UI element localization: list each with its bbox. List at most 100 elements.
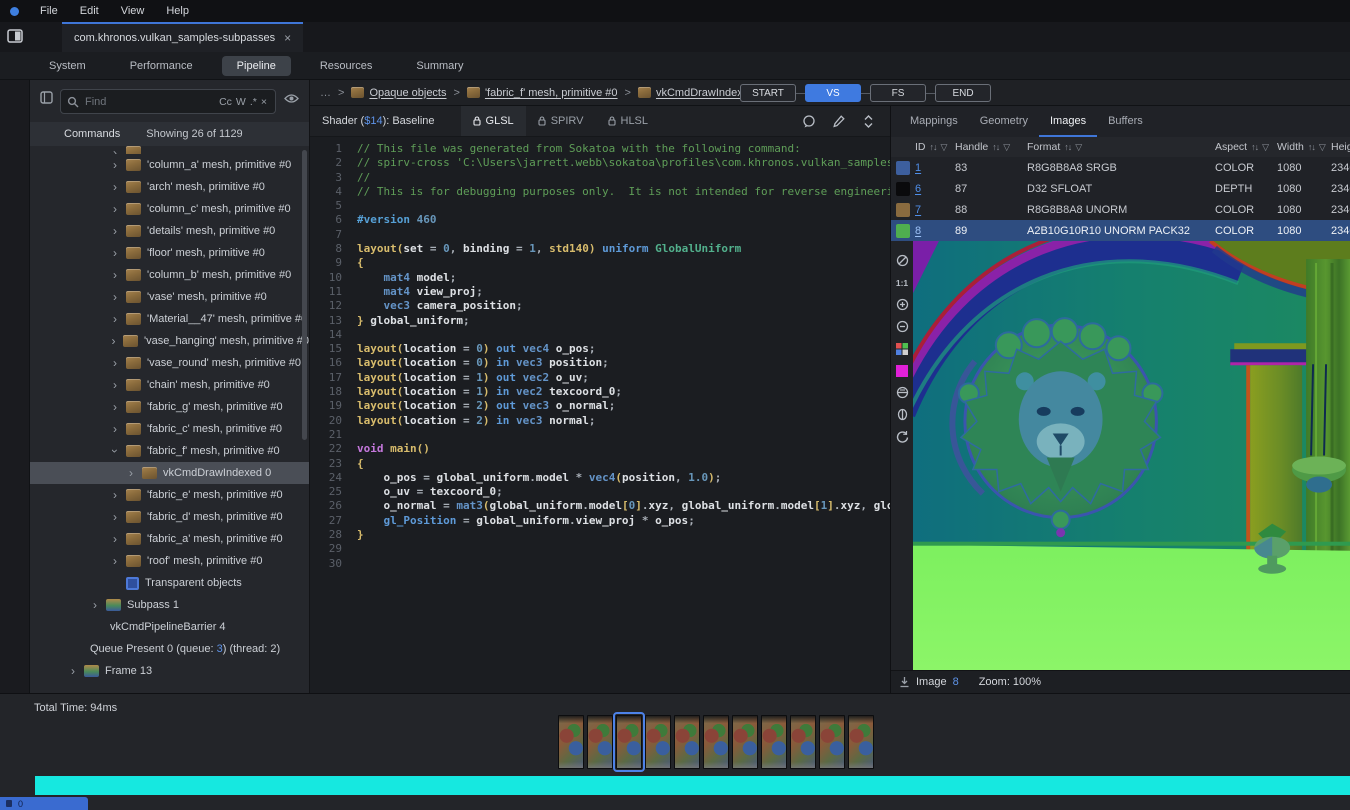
chevron-right-icon[interactable]: › bbox=[110, 290, 120, 304]
edit-pencil-icon[interactable] bbox=[831, 114, 846, 129]
shader-id-link[interactable]: $14 bbox=[364, 115, 382, 127]
column-header-id[interactable]: ID↑↓▽ bbox=[915, 141, 955, 153]
chevron-right-icon[interactable]: › bbox=[110, 378, 120, 392]
table-row[interactable]: 183R8G8B8A8 SRGBCOLOR10802340 bbox=[891, 157, 1350, 178]
comment-icon[interactable] bbox=[801, 114, 816, 129]
column-header-handle[interactable]: Handle↑↓▽ bbox=[955, 141, 1027, 153]
shader-tab-spirv[interactable]: SPIRV bbox=[526, 106, 596, 136]
tree-item-selected[interactable]: ›vkCmdDrawIndexed 0 bbox=[30, 462, 309, 484]
image-id-link[interactable]: 8 bbox=[915, 225, 921, 237]
sort-icon[interactable]: ↑↓ bbox=[1064, 142, 1071, 152]
tab-system[interactable]: System bbox=[34, 56, 101, 76]
close-icon[interactable]: × bbox=[284, 31, 291, 45]
tree-item[interactable]: ›'details' mesh, primitive #0 bbox=[30, 220, 309, 242]
column-header-format[interactable]: Format↑↓▽ bbox=[1027, 141, 1215, 153]
tree-item[interactable]: ›'vase_round' mesh, primitive #0 bbox=[30, 352, 309, 374]
tree-item[interactable]: ›'fabric_c' mesh, primitive #0 bbox=[30, 418, 309, 440]
tree-item[interactable]: ›'vase_hanging' mesh, primitive #0 bbox=[30, 330, 309, 352]
frame-thumbnail-selected[interactable] bbox=[616, 715, 642, 769]
tree-item[interactable]: Transparent objects bbox=[30, 572, 309, 594]
breadcrumb-collapsed[interactable]: … bbox=[320, 87, 331, 99]
tab-summary[interactable]: Summary bbox=[401, 56, 478, 76]
menu-edit[interactable]: Edit bbox=[71, 3, 108, 19]
channels-icon[interactable] bbox=[895, 341, 910, 356]
cell-id[interactable]: 1 bbox=[915, 162, 955, 174]
image-id-link[interactable]: 6 bbox=[915, 183, 921, 195]
cell-id[interactable]: 7 bbox=[915, 204, 955, 216]
chevron-right-icon[interactable]: › bbox=[110, 246, 120, 260]
image-number[interactable]: 8 bbox=[953, 676, 959, 688]
sort-icon[interactable]: ↑↓ bbox=[1251, 142, 1258, 152]
stage-start-button[interactable]: START bbox=[740, 84, 796, 102]
tree-item[interactable]: ›'column_b' mesh, primitive #0 bbox=[30, 264, 309, 286]
frame-thumbnail[interactable] bbox=[558, 715, 584, 769]
search-option-0[interactable]: Cc bbox=[217, 95, 234, 109]
tree-item[interactable]: vkCmdPipelineBarrier 4 bbox=[30, 616, 309, 638]
breadcrumb-item[interactable]: Opaque objects bbox=[351, 87, 446, 99]
chevron-right-icon[interactable]: › bbox=[126, 466, 136, 480]
chevron-right-icon[interactable]: › bbox=[110, 312, 120, 326]
menu-file[interactable]: File bbox=[31, 3, 67, 19]
document-tab[interactable]: com.khronos.vulkan_samples-subpasses × bbox=[62, 22, 303, 52]
chevron-right-icon[interactable]: › bbox=[110, 268, 120, 282]
tree-item[interactable]: ›'roof' mesh, primitive #0 bbox=[30, 550, 309, 572]
filter-icon[interactable]: ▽ bbox=[1319, 142, 1326, 153]
filter-icon[interactable]: ▽ bbox=[1262, 142, 1269, 153]
tab-pipeline[interactable]: Pipeline bbox=[222, 56, 291, 76]
chevron-right-icon[interactable]: › bbox=[110, 400, 120, 414]
tree-item[interactable]: ›'floor' mesh, primitive #0 bbox=[30, 242, 309, 264]
frame-thumbnail[interactable] bbox=[703, 715, 729, 769]
rotate-icon[interactable] bbox=[895, 429, 910, 444]
tree-item[interactable]: ›'column_c' mesh, primitive #0 bbox=[30, 198, 309, 220]
resource-tab-geometry[interactable]: Geometry bbox=[969, 106, 1039, 137]
chevron-right-icon[interactable]: › bbox=[110, 224, 120, 238]
glsl-source-editor[interactable]: 1// This file was generated from Sokatoa… bbox=[310, 137, 890, 693]
chevron-down-icon[interactable]: › bbox=[108, 446, 122, 456]
actual-size-icon[interactable]: 1:1 bbox=[895, 275, 910, 290]
frame-thumbnail[interactable] bbox=[848, 715, 874, 769]
tree-item[interactable]: ›Frame 13 bbox=[30, 660, 309, 682]
column-header-width[interactable]: Width↑↓▽ bbox=[1277, 141, 1331, 153]
chevron-right-icon[interactable]: › bbox=[110, 554, 120, 568]
image-id-link[interactable]: 7 bbox=[915, 204, 921, 216]
cell-id[interactable]: 6 bbox=[915, 183, 955, 195]
stage-vs-button[interactable]: VS bbox=[805, 84, 861, 102]
filter-icon[interactable]: ▽ bbox=[1075, 142, 1082, 153]
stage-end-button[interactable]: END bbox=[935, 84, 991, 102]
column-header-height[interactable]: Height↑↓▽ bbox=[1331, 141, 1350, 153]
frame-thumbnail[interactable] bbox=[587, 715, 613, 769]
search-option-2[interactable]: .* bbox=[248, 95, 259, 109]
tree-item[interactable]: ›'chain' mesh, primitive #0 bbox=[30, 374, 309, 396]
sort-icon[interactable]: ↑↓ bbox=[930, 142, 937, 152]
eye-icon[interactable] bbox=[284, 93, 299, 104]
tree-item[interactable]: ›'arch' mesh, primitive #0 bbox=[30, 176, 309, 198]
zoom-in-icon[interactable] bbox=[895, 297, 910, 312]
tree-item[interactable]: ›'Material__47' mesh, primitive #0 bbox=[30, 308, 309, 330]
search-input[interactable] bbox=[85, 96, 211, 108]
tree-item[interactable]: › bbox=[30, 146, 309, 154]
tree-item[interactable]: ›'column_a' mesh, primitive #0 bbox=[30, 154, 309, 176]
frame-thumbnail[interactable] bbox=[819, 715, 845, 769]
sidebar-scrollbar[interactable] bbox=[302, 150, 307, 440]
tab-performance[interactable]: Performance bbox=[115, 56, 208, 76]
menu-help[interactable]: Help bbox=[157, 3, 198, 19]
tree-item[interactable]: ›Subpass 1 bbox=[30, 594, 309, 616]
chevron-right-icon[interactable]: › bbox=[110, 422, 120, 436]
sort-icon[interactable]: ↑↓ bbox=[992, 142, 999, 152]
chevron-right-icon[interactable]: › bbox=[110, 488, 120, 502]
resource-tab-images[interactable]: Images bbox=[1039, 106, 1097, 137]
frame-thumbnail[interactable] bbox=[761, 715, 787, 769]
tree-item[interactable]: ›'fabric_g' mesh, primitive #0 bbox=[30, 396, 309, 418]
download-icon[interactable] bbox=[899, 676, 910, 688]
expand-collapse-icon[interactable] bbox=[861, 114, 876, 129]
tree-item[interactable]: ›'fabric_d' mesh, primitive #0 bbox=[30, 506, 309, 528]
tree-item[interactable]: ›'fabric_a' mesh, primitive #0 bbox=[30, 528, 309, 550]
tab-resources[interactable]: Resources bbox=[305, 56, 388, 76]
table-row[interactable]: 687D32 SFLOATDEPTH10802340 bbox=[891, 178, 1350, 199]
chevron-right-icon[interactable]: › bbox=[110, 334, 117, 348]
column-header-aspect[interactable]: Aspect↑↓▽ bbox=[1215, 141, 1277, 153]
chevron-right-icon[interactable]: › bbox=[110, 532, 120, 546]
tree-item[interactable]: Queue Present 0 (queue: 3) (thread: 2) bbox=[30, 638, 309, 660]
filter-icon[interactable]: ▽ bbox=[1003, 142, 1010, 153]
chevron-right-icon[interactable]: › bbox=[110, 202, 120, 216]
